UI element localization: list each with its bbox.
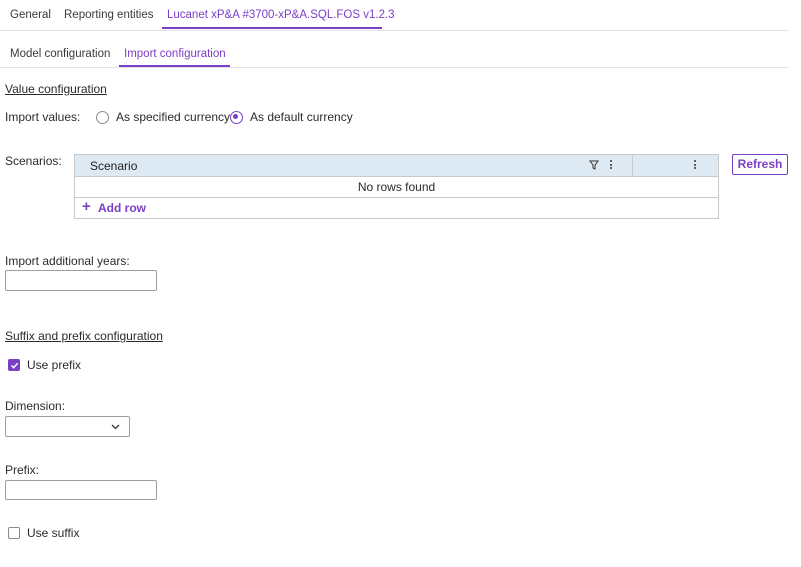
- radio-specified-currency-label[interactable]: As specified currency: [116, 110, 230, 124]
- use-prefix-label[interactable]: Use prefix: [27, 358, 81, 372]
- prefix-input[interactable]: [5, 480, 157, 500]
- radio-specified-currency[interactable]: [96, 111, 109, 124]
- use-prefix-checkbox[interactable]: [8, 359, 20, 371]
- filter-icon[interactable]: [589, 160, 599, 170]
- tab-reporting-entities[interactable]: Reporting entities: [64, 9, 154, 21]
- top-tab-bar: General Reporting entities Lucanet xP&A …: [0, 0, 789, 31]
- radio-default-currency-label[interactable]: As default currency: [250, 110, 353, 124]
- dimension-select[interactable]: [5, 416, 130, 437]
- no-rows-text: No rows found: [357, 180, 436, 194]
- tab-lucanet-xpa[interactable]: Lucanet xP&A #3700-xP&A.SQL.FOS v1.2.3: [167, 9, 395, 21]
- suffix-prefix-heading: Suffix and prefix configuration: [5, 329, 163, 343]
- radio-circle-checked: [230, 111, 243, 124]
- radio-circle: [96, 111, 109, 124]
- import-values-label: Import values:: [5, 110, 81, 124]
- additional-years-label: Import additional years:: [5, 254, 130, 268]
- refresh-button[interactable]: Refresh: [732, 154, 788, 175]
- additional-years-input[interactable]: [5, 270, 157, 291]
- plus-icon: +: [82, 198, 91, 215]
- tab-model-configuration[interactable]: Model configuration: [10, 48, 110, 60]
- radio-default-currency[interactable]: [230, 111, 243, 124]
- value-configuration-heading: Value configuration: [5, 82, 107, 96]
- active-tab-indicator: [162, 27, 382, 29]
- dimension-label: Dimension:: [5, 399, 66, 413]
- prefix-label: Prefix:: [5, 463, 40, 477]
- use-suffix-checkbox[interactable]: [8, 527, 20, 539]
- column-header-scenario[interactable]: Scenario: [90, 159, 137, 173]
- empty-row: No rows found: [75, 176, 718, 198]
- add-row-label: Add row: [98, 201, 146, 215]
- scenarios-label: Scenarios:: [5, 154, 62, 168]
- grid-header: Scenario: [75, 155, 718, 177]
- tab-import-configuration[interactable]: Import configuration: [124, 48, 226, 60]
- chevron-down-icon: [111, 424, 120, 430]
- sub-tab-bar: Model configuration Import configuration: [0, 40, 789, 68]
- check-icon: [10, 362, 19, 369]
- use-suffix-label[interactable]: Use suffix: [27, 526, 79, 540]
- tab-general[interactable]: General: [10, 9, 51, 21]
- column-divider: [632, 155, 633, 176]
- column-menu-icon[interactable]: [610, 160, 613, 171]
- active-subtab-indicator: [119, 65, 230, 67]
- scenarios-grid: Scenario No rows found + Add row: [74, 154, 719, 219]
- grid-menu-icon[interactable]: [694, 160, 697, 171]
